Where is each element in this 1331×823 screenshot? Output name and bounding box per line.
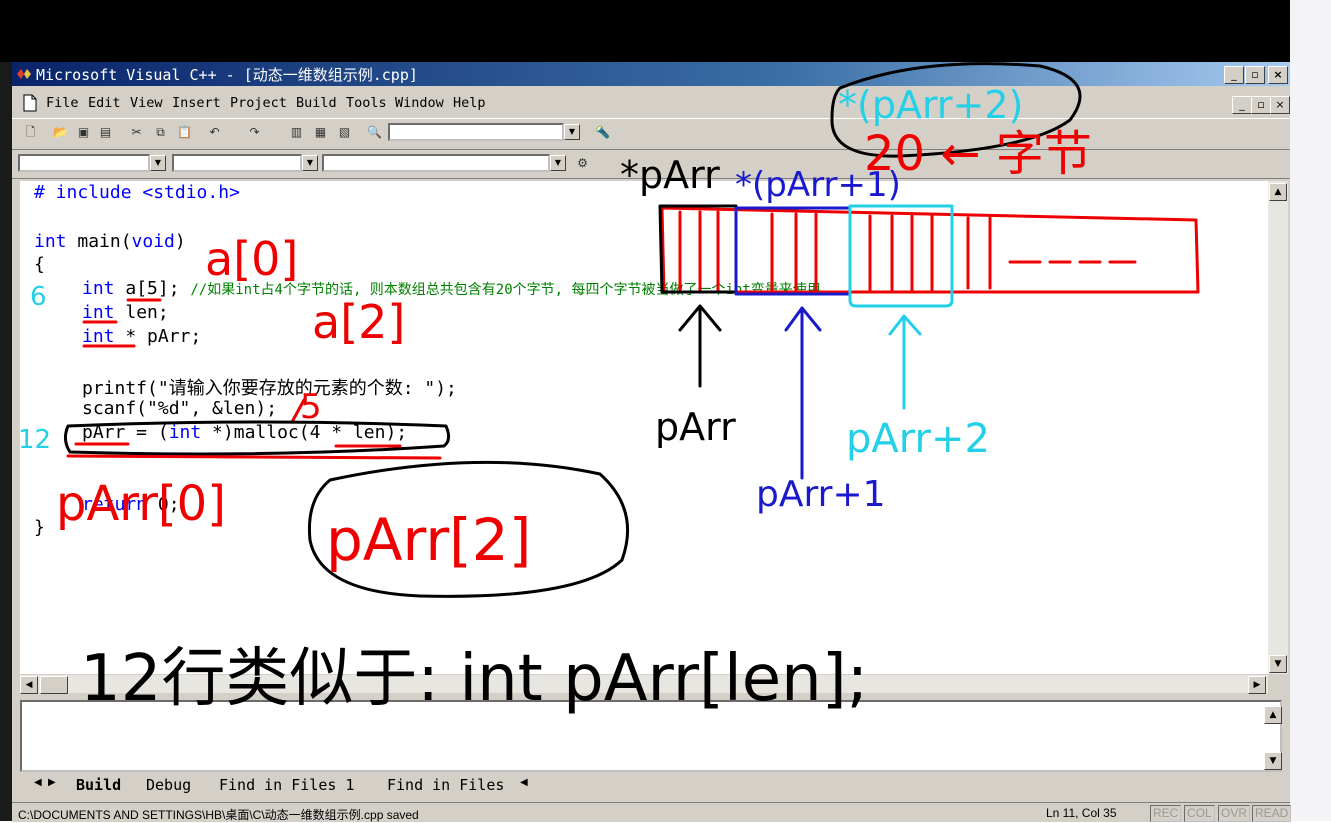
window-title: Microsoft Visual C++ - [动态一维数组示例.cpp] xyxy=(36,66,418,84)
menu-window[interactable]: Window xyxy=(395,95,444,111)
tab-scroll-right-icon[interactable]: ▶ xyxy=(48,777,56,788)
output-tabs xyxy=(20,774,1282,796)
scroll-thumb[interactable] xyxy=(40,676,68,694)
visual-cpp-icon xyxy=(17,69,31,79)
doc-close-button[interactable]: × xyxy=(1270,96,1290,114)
menu-file[interactable]: File xyxy=(46,95,79,111)
ovr-indicator: OVR xyxy=(1218,805,1251,822)
code-line-5: int a[5]; //如果int占4个字节的话, 则本数组总共包含有20个字节… xyxy=(82,278,821,299)
code-line-1: # include <stdio.h> xyxy=(34,182,240,203)
minimize-button[interactable]: _ xyxy=(1224,66,1244,84)
code-line-6: int len; xyxy=(82,302,169,323)
code-text: *)malloc(4 * len); xyxy=(201,422,408,443)
scroll-left-icon[interactable]: ◀ xyxy=(20,676,38,694)
keyword-int: int xyxy=(82,278,115,299)
code-line-13: return 0; xyxy=(82,494,180,515)
scroll-right-icon[interactable]: ▶ xyxy=(1248,676,1266,694)
close-button[interactable]: × xyxy=(1268,66,1288,84)
code-text: main( xyxy=(66,231,132,252)
menu-insert[interactable]: Insert xyxy=(172,95,221,111)
class-combo-dropdown[interactable]: ▼ xyxy=(150,155,166,171)
output-window-icon[interactable]: ▦ xyxy=(312,124,329,141)
copy-icon[interactable]: ⧉ xyxy=(152,124,169,141)
find-combo-dropdown[interactable]: ▼ xyxy=(564,124,580,140)
scroll-down-icon[interactable]: ▼ xyxy=(1269,655,1287,673)
code-line-7: int * pArr; xyxy=(82,326,201,347)
vertical-scrollbar[interactable] xyxy=(1268,181,1288,674)
code-text: 0; xyxy=(147,494,180,515)
wizard-action-icon[interactable]: ⚙ xyxy=(574,155,591,172)
menu-help[interactable]: Help xyxy=(453,95,486,111)
class-combo[interactable] xyxy=(18,154,150,172)
menu-build[interactable]: Build xyxy=(296,95,337,111)
keyword-return: return xyxy=(82,494,148,515)
status-message: C:\DOCUMENTS AND SETTINGS\HB\桌面\C\动态一维数组… xyxy=(18,808,419,822)
standard-toolbar xyxy=(12,118,1290,150)
undo-icon[interactable]: ↶ xyxy=(206,124,223,141)
window-list-icon[interactable]: ▧ xyxy=(336,124,353,141)
code-text: pArr = ( xyxy=(82,422,169,443)
code-line-3: int main(void) xyxy=(34,231,186,252)
menu-project[interactable]: Project xyxy=(230,95,287,111)
new-file-icon[interactable]: 🗋 xyxy=(22,124,39,141)
save-icon[interactable]: ▣ xyxy=(75,124,92,141)
video-right-border xyxy=(1290,0,1331,821)
document-icon xyxy=(23,94,37,112)
find-icon[interactable]: 🔦 xyxy=(594,124,611,141)
menu-tools[interactable]: Tools xyxy=(346,95,387,111)
maximize-button[interactable]: ▫ xyxy=(1245,66,1265,84)
rec-indicator: REC xyxy=(1150,805,1182,822)
menu-edit[interactable]: Edit xyxy=(88,95,121,111)
read-indicator: READ xyxy=(1252,805,1292,822)
horizontal-scrollbar[interactable] xyxy=(20,675,1268,693)
tab-find-in-files-1[interactable]: Find in Files 1 xyxy=(219,776,354,794)
doc-minimize-button[interactable]: _ xyxy=(1232,96,1252,114)
code-text: a[5]; xyxy=(114,278,191,299)
save-all-icon[interactable]: ▤ xyxy=(97,124,114,141)
members-combo-dropdown[interactable]: ▼ xyxy=(550,155,566,171)
filter-combo[interactable] xyxy=(172,154,302,172)
code-line-9: printf("请输入你要存放的元素的个数: "); xyxy=(82,378,457,399)
paste-icon[interactable]: 📋 xyxy=(176,124,193,141)
output-pane[interactable] xyxy=(20,700,1282,772)
filter-combo-dropdown[interactable]: ▼ xyxy=(302,155,318,171)
tabs-scroll-icon[interactable]: ◀ xyxy=(520,777,528,788)
code-line-11: pArr = (int *)malloc(4 * len); xyxy=(82,422,407,443)
keyword-void: void xyxy=(131,231,175,252)
code-text: ) xyxy=(174,231,186,252)
redo-icon[interactable]: ↷ xyxy=(246,124,263,141)
code-text: * pArr; xyxy=(114,326,202,347)
tab-find-in-files-2[interactable]: Find in Files xyxy=(387,776,504,794)
output-scroll-down-icon[interactable]: ▼ xyxy=(1264,752,1282,770)
output-scroll-up-icon[interactable]: ▲ xyxy=(1264,706,1282,724)
open-folder-icon[interactable]: 📂 xyxy=(52,124,69,141)
tab-debug[interactable]: Debug xyxy=(146,776,191,794)
video-left-border xyxy=(0,62,12,821)
keyword-int: int xyxy=(168,422,202,443)
code-line-14: } xyxy=(34,517,45,538)
menu-view[interactable]: View xyxy=(130,95,163,111)
find-in-files-icon[interactable]: 🔍 xyxy=(366,124,383,141)
keyword-int: int xyxy=(82,302,115,323)
tab-scroll-left-icon[interactable]: ◀ xyxy=(34,777,42,788)
find-combo[interactable] xyxy=(388,123,564,141)
cursor-position: Ln 11, Col 35 xyxy=(1046,806,1117,820)
code-line-10: scanf("%d", &len); xyxy=(82,398,278,419)
doc-restore-button[interactable]: ▫ xyxy=(1251,96,1271,114)
keyword-int: int xyxy=(34,231,67,252)
video-top-border xyxy=(0,0,1290,62)
cut-icon[interactable]: ✂ xyxy=(128,124,145,141)
tab-build[interactable]: Build xyxy=(76,776,121,794)
code-line-4: { xyxy=(34,254,45,275)
col-indicator: COL xyxy=(1184,805,1215,822)
workspace-icon[interactable]: ▥ xyxy=(288,124,305,141)
code-comment: //如果int占4个字节的话, 则本数组总共包含有20个字节, 每四个字节被当做… xyxy=(190,282,821,298)
code-text: len; xyxy=(114,302,169,323)
keyword-int: int xyxy=(82,326,115,347)
members-combo[interactable] xyxy=(322,154,550,172)
scroll-up-icon[interactable]: ▲ xyxy=(1269,183,1287,201)
